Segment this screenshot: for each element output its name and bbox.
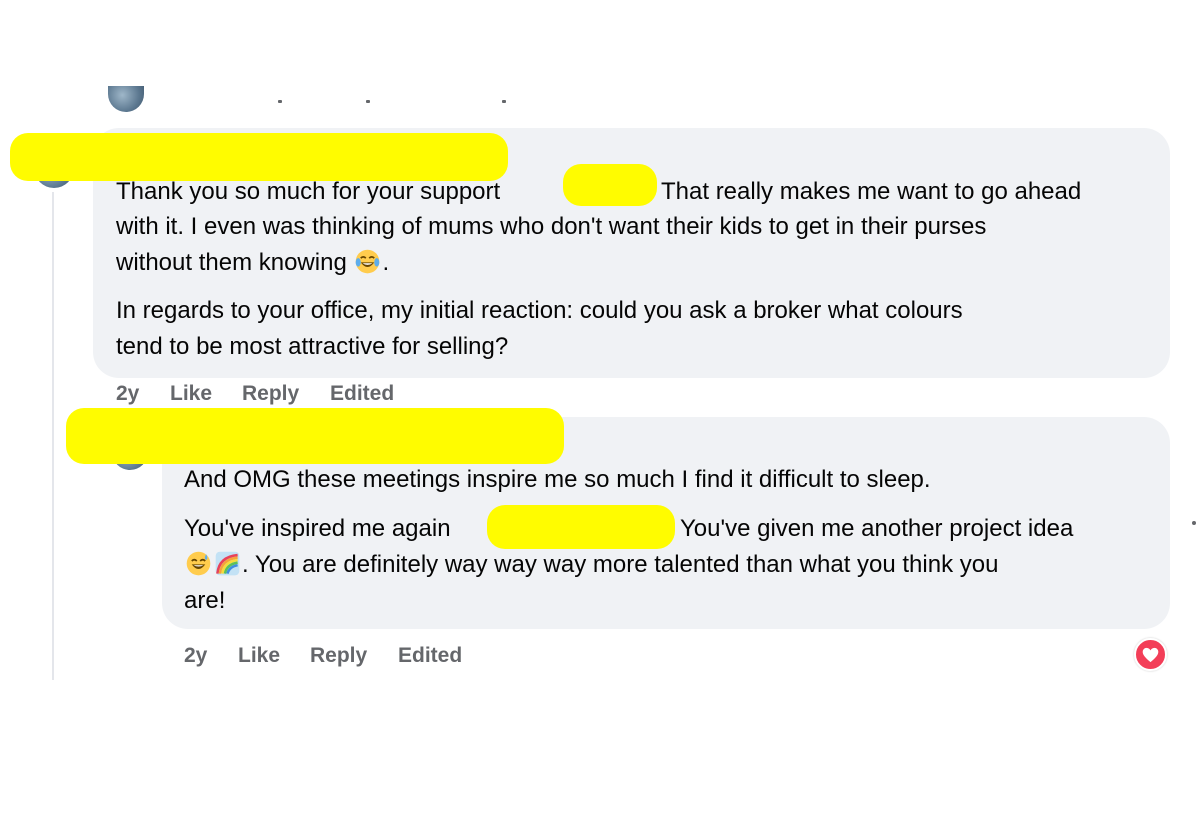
reply-button[interactable]: Reply — [310, 644, 367, 668]
comment-text-segment: You've inspired me again — [184, 515, 451, 542]
comment-text-segment: And OMG these meetings inspire me so muc… — [184, 466, 931, 493]
comment-text-segment: tend to be most attractive for selling? — [116, 333, 509, 360]
comment-actions: 2y Like Reply Edited — [184, 644, 584, 670]
comment-text-line: are! — [184, 583, 225, 618]
redacted-name-mention — [563, 164, 657, 206]
comment-text-line: without them knowing . — [116, 245, 389, 280]
comment-text-segment: are! — [184, 587, 226, 614]
comment-text-line: with it. I even was thinking of mums who… — [116, 209, 986, 244]
comment-text-segment: Thank you so much for your support — [116, 178, 501, 205]
comment-text-line: You've inspired me again — [184, 511, 451, 546]
comment-text-segment: You've given me another project idea — [680, 515, 1074, 542]
thread-connector-line — [52, 192, 54, 680]
edited-label[interactable]: Edited — [330, 382, 394, 406]
comment-text-segment: . You are definitely way way way more ta… — [242, 551, 999, 578]
comment-text-line: And OMG these meetings inspire me so muc… — [184, 462, 931, 497]
comment-text-line: Thank you so much for your support — [116, 174, 500, 209]
comment-text-segment: with it. I even was thinking of mums who… — [116, 213, 987, 240]
comment-text-line: . You are definitely way way way more ta… — [184, 547, 998, 582]
comment-text-line: That really makes me want to go ahead — [661, 174, 1081, 209]
reply-button[interactable]: Reply — [242, 382, 299, 406]
comment-timestamp[interactable]: 2y — [116, 382, 139, 406]
comment-text-line: You've given me another project idea — [680, 511, 1073, 546]
heart-icon — [1142, 647, 1159, 663]
comment-text-segment: In regards to your office, my initial re… — [116, 297, 963, 324]
comment-timestamp[interactable]: 2y — [184, 644, 207, 668]
like-button[interactable]: Like — [170, 382, 212, 406]
heart-reaction-icon[interactable] — [1134, 638, 1167, 671]
previous-comment-meta-cutoff — [140, 96, 520, 106]
edited-label[interactable]: Edited — [398, 644, 462, 668]
comment-text-line: In regards to your office, my initial re… — [116, 293, 963, 328]
comment-actions: 2y Like Reply Edited — [116, 382, 516, 408]
like-button[interactable]: Like — [238, 644, 280, 668]
rainbow-icon — [215, 551, 240, 576]
redacted-author-name — [66, 408, 564, 464]
more-options-dot[interactable] — [1192, 521, 1196, 525]
comment-text-line: tend to be most attractive for selling? — [116, 329, 508, 364]
face-with-tears-of-joy-icon — [356, 249, 380, 274]
avatar[interactable] — [108, 86, 144, 112]
comment-text-segment: That really makes me want to go ahead — [661, 178, 1082, 205]
comment-text-segment: . — [382, 249, 390, 276]
grinning-face-with-sweat-icon — [186, 551, 211, 576]
comment-text-segment: without them knowing — [116, 249, 347, 276]
redacted-name-mention — [487, 505, 675, 549]
